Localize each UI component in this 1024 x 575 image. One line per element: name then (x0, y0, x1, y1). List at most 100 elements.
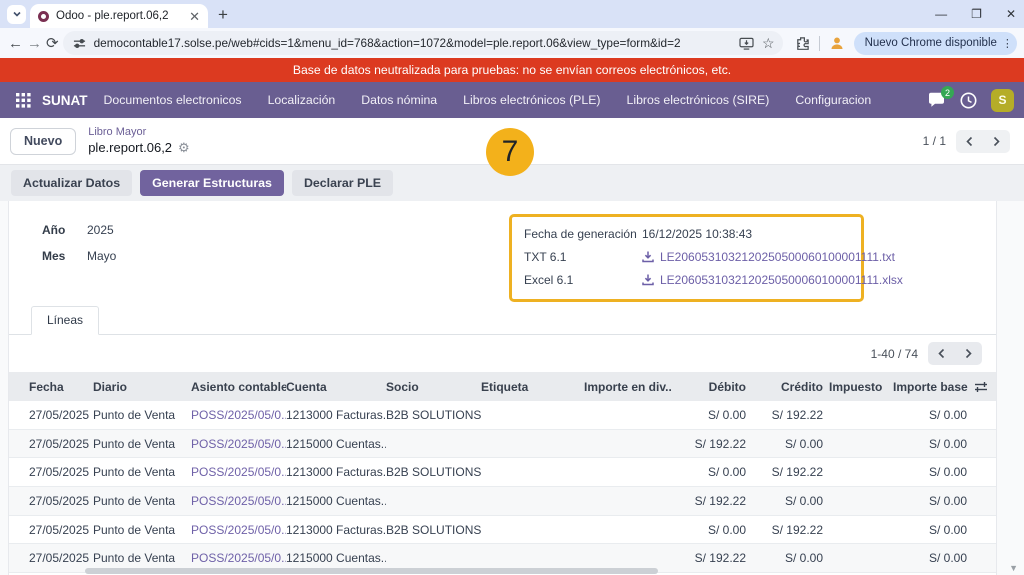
chrome-update-button[interactable]: Nuevo Chrome disponible ⋮ (854, 32, 1017, 55)
cell-credito[interactable]: S/ 192.22 (752, 523, 829, 537)
cell-importe-base[interactable]: S/ 0.00 (893, 465, 973, 479)
excel-download-link[interactable]: LE2060531032120250500060100001111.xlsx (642, 273, 903, 287)
profile-avatar-icon[interactable] (829, 35, 845, 51)
activities-button[interactable] (960, 92, 977, 109)
table-row[interactable]: 27/05/2025 Punto de Venta POSS/2025/05/0… (9, 458, 996, 487)
optional-columns-button[interactable] (973, 381, 988, 393)
new-record-button[interactable]: Nuevo (10, 128, 76, 155)
cell-cuenta[interactable]: 1213000 Facturas... (286, 523, 386, 537)
refresh-button[interactable]: ⟳ (46, 31, 59, 55)
header-fecha[interactable]: Fecha (29, 380, 93, 394)
list-next-button[interactable] (955, 342, 982, 365)
cell-diario[interactable]: Punto de Venta (93, 465, 191, 479)
cell-asiento-link[interactable]: POSS/2025/05/0... (191, 408, 286, 422)
cell-credito[interactable]: S/ 0.00 (752, 494, 829, 508)
header-importe-base[interactable]: Importe base (893, 380, 973, 394)
forward-button[interactable]: → (27, 31, 42, 55)
cell-credito[interactable]: S/ 192.22 (752, 465, 829, 479)
window-close-button[interactable]: ✕ (1006, 7, 1016, 21)
cell-diario[interactable]: Punto de Venta (93, 494, 191, 508)
cell-importe-base[interactable]: S/ 0.00 (893, 437, 973, 451)
menu-datos-nomina[interactable]: Datos nómina (361, 93, 437, 107)
cell-credito[interactable]: S/ 0.00 (752, 551, 829, 565)
cell-cuenta[interactable]: 1213000 Facturas... (286, 408, 386, 422)
header-diario[interactable]: Diario (93, 380, 191, 394)
install-app-icon[interactable] (739, 37, 754, 50)
horizontal-scrollbar-thumb[interactable] (85, 568, 658, 574)
cell-importe-base[interactable]: S/ 0.00 (893, 494, 973, 508)
year-value[interactable]: 2025 (87, 223, 114, 237)
cell-importe-base[interactable]: S/ 0.00 (893, 523, 973, 537)
messages-button[interactable]: 2 (928, 92, 946, 108)
cell-diario[interactable]: Punto de Venta (93, 551, 191, 565)
cell-socio[interactable]: B2B SOLUTIONS ... (386, 465, 481, 479)
apps-menu-button[interactable] (10, 87, 36, 113)
address-bar[interactable]: democontable17.solse.pe/web#cids=1&menu_… (63, 31, 783, 55)
cell-asiento-link[interactable]: POSS/2025/05/0... (191, 465, 286, 479)
txt-download-link[interactable]: LE2060531032120250500060100001111.txt (642, 250, 895, 264)
tab-lineas[interactable]: Líneas (31, 306, 99, 335)
cell-importe-base[interactable]: S/ 0.00 (893, 551, 973, 565)
back-button[interactable]: ← (8, 31, 23, 55)
scrollbar-down-arrow[interactable]: ▼ (1009, 563, 1018, 573)
cell-diario[interactable]: Punto de Venta (93, 437, 191, 451)
cell-diario[interactable]: Punto de Venta (93, 408, 191, 422)
cell-cuenta[interactable]: 1215000 Cuentas... (286, 437, 386, 451)
tab-search-button[interactable] (7, 5, 26, 24)
table-row[interactable]: 27/05/2025 Punto de Venta POSS/2025/05/0… (9, 487, 996, 516)
gear-icon[interactable]: ⚙ (178, 140, 190, 156)
month-value[interactable]: Mayo (87, 249, 116, 263)
cell-debito[interactable]: S/ 0.00 (672, 465, 752, 479)
cell-diario[interactable]: Punto de Venta (93, 523, 191, 537)
cell-cuenta[interactable]: 1215000 Cuentas... (286, 551, 386, 565)
new-tab-button[interactable]: + (218, 6, 228, 23)
cell-socio[interactable]: B2B SOLUTIONS ... (386, 408, 481, 422)
cell-importe-base[interactable]: S/ 0.00 (893, 408, 973, 422)
list-previous-button[interactable] (928, 342, 955, 365)
header-etiqueta[interactable]: Etiqueta (481, 380, 584, 394)
cell-fecha[interactable]: 27/05/2025 (29, 437, 93, 451)
cell-debito[interactable]: S/ 0.00 (672, 408, 752, 422)
header-asiento-contable[interactable]: Asiento contable (191, 380, 286, 394)
header-debito[interactable]: Débito (672, 380, 752, 394)
user-avatar[interactable]: S (991, 89, 1014, 112)
window-maximize-button[interactable]: ❐ (971, 7, 982, 21)
cell-debito[interactable]: S/ 192.22 (672, 494, 752, 508)
bookmark-star-icon[interactable]: ☆ (762, 35, 775, 52)
pager-previous-button[interactable] (956, 130, 983, 153)
cell-credito[interactable]: S/ 0.00 (752, 437, 829, 451)
cell-cuenta[interactable]: 1215000 Cuentas... (286, 494, 386, 508)
tab-close-icon[interactable]: ✕ (189, 10, 200, 23)
pager-next-button[interactable] (983, 130, 1010, 153)
menu-configuracion[interactable]: Configuracion (795, 93, 871, 107)
cell-debito[interactable]: S/ 192.22 (672, 437, 752, 451)
table-row[interactable]: 27/05/2025 Punto de Venta POSS/2025/05/0… (9, 430, 996, 459)
browser-tab[interactable]: Odoo - ple.report.06,2 ✕ (30, 4, 208, 28)
cell-fecha[interactable]: 27/05/2025 (29, 465, 93, 479)
header-importe-div[interactable]: Importe en div... (584, 380, 672, 394)
url-text[interactable]: democontable17.solse.pe/web#cids=1&menu_… (94, 36, 731, 50)
app-brand[interactable]: SUNAT (42, 93, 88, 108)
menu-localizacion[interactable]: Localización (268, 93, 336, 107)
table-row[interactable]: 27/05/2025 Punto de Venta POSS/2025/05/0… (9, 401, 996, 430)
extensions-puzzle-icon[interactable] (795, 36, 810, 51)
cell-fecha[interactable]: 27/05/2025 (29, 408, 93, 422)
generar-estructuras-button[interactable]: Generar Estructuras (140, 170, 284, 196)
header-cuenta[interactable]: Cuenta (286, 380, 386, 394)
menu-libros-electronicos-ple[interactable]: Libros electrónicos (PLE) (463, 93, 600, 107)
table-row[interactable]: 27/05/2025 Punto de Venta POSS/2025/05/0… (9, 516, 996, 545)
cell-asiento-link[interactable]: POSS/2025/05/0... (191, 437, 286, 451)
cell-asiento-link[interactable]: POSS/2025/05/0... (191, 551, 286, 565)
header-impuesto[interactable]: Impuesto (829, 380, 893, 394)
header-credito[interactable]: Crédito (752, 380, 829, 394)
cell-asiento-link[interactable]: POSS/2025/05/0... (191, 494, 286, 508)
header-socio[interactable]: Socio (386, 380, 481, 394)
cell-debito[interactable]: S/ 192.22 (672, 551, 752, 565)
breadcrumb-parent[interactable]: Libro Mayor (88, 126, 190, 140)
site-settings-icon[interactable] (73, 37, 86, 50)
cell-socio[interactable]: B2B SOLUTIONS ... (386, 523, 481, 537)
more-vert-icon[interactable]: ⋮ (1002, 37, 1013, 50)
menu-documentos-electronicos[interactable]: Documentos electronicos (104, 93, 242, 107)
cell-fecha[interactable]: 27/05/2025 (29, 494, 93, 508)
window-minimize-button[interactable]: — (935, 7, 947, 21)
